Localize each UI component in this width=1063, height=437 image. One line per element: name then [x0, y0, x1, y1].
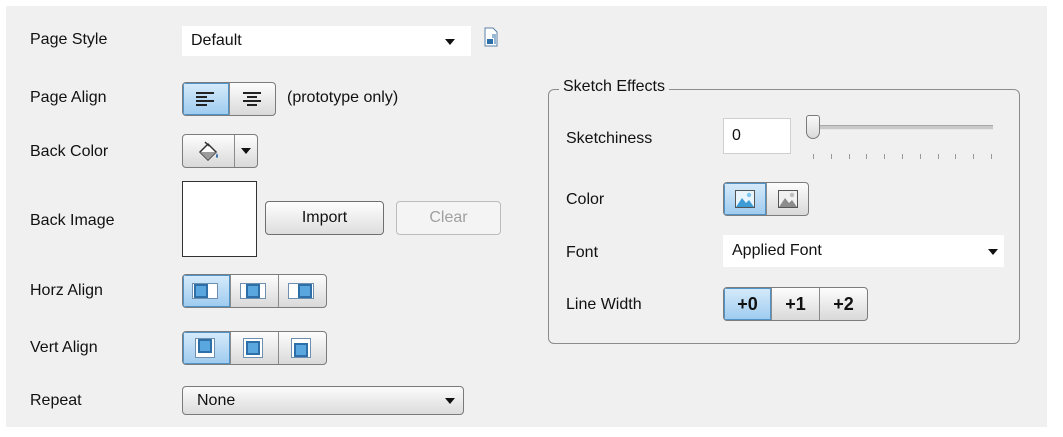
sketchiness-label: Sketchiness: [566, 130, 653, 147]
align-center-button[interactable]: [230, 83, 276, 115]
grayscale-image-button[interactable]: [767, 183, 809, 215]
align-square: [246, 341, 260, 355]
sketchiness-input[interactable]: 0: [723, 118, 791, 154]
import-button[interactable]: Import: [265, 201, 384, 235]
vert-align-bottom-icon: [291, 338, 311, 358]
repeat-value: None: [197, 392, 236, 409]
slider-tick: [848, 154, 850, 159]
page-style-label: Page Style: [30, 31, 108, 48]
slider-tick: [884, 154, 886, 159]
chevron-down-icon: [988, 249, 998, 255]
horz-align-right-icon: [288, 283, 314, 299]
line-width-option[interactable]: +2: [820, 288, 867, 320]
align-square: [246, 284, 260, 298]
color-image-icon: [735, 190, 755, 213]
line-width-option-label: +1: [785, 294, 806, 314]
line-width-group: +0 +1 +2: [723, 287, 868, 321]
vert-align-middle-icon: [243, 338, 263, 358]
align-square: [298, 284, 312, 298]
back-color-picker[interactable]: [182, 134, 258, 168]
back-color-dropdown-button[interactable]: [235, 135, 257, 167]
horz-align-right-button[interactable]: [279, 275, 326, 307]
color-image-button[interactable]: [724, 183, 767, 215]
horz-align-left-button[interactable]: [183, 275, 231, 307]
sketch-effects-title: Sketch Effects: [559, 78, 669, 96]
slider-tick: [937, 154, 939, 159]
line-width-option[interactable]: +0: [724, 288, 772, 320]
font-value: Applied Font: [732, 242, 822, 259]
prototype-note: (prototype only): [287, 89, 399, 106]
repeat-label: Repeat: [30, 392, 82, 409]
back-image-preview[interactable]: [182, 181, 257, 257]
slider-tick: [991, 154, 992, 159]
page-align-label: Page Align: [30, 89, 107, 106]
align-left-button[interactable]: [183, 83, 230, 115]
page-style-dropdown[interactable]: Default: [182, 26, 471, 56]
page-style-icon[interactable]: [483, 27, 499, 47]
horz-align-group: [182, 274, 327, 308]
horz-align-left-icon: [192, 283, 218, 299]
back-image-label: Back Image: [30, 212, 115, 229]
sketchiness-value: 0: [732, 127, 741, 144]
slider-tick: [919, 154, 921, 159]
grayscale-image-icon: [777, 190, 798, 213]
font-label: Font: [566, 244, 599, 261]
slider-tick: [813, 154, 814, 159]
back-color-label: Back Color: [30, 143, 109, 160]
paint-bucket-icon: [196, 140, 222, 167]
vert-align-middle-button[interactable]: [231, 332, 279, 364]
vert-align-top-button[interactable]: [183, 332, 231, 364]
vert-align-label: Vert Align: [30, 339, 98, 356]
align-square: [198, 339, 212, 353]
page-align-group: [182, 82, 276, 116]
sketchiness-slider-thumb[interactable]: [806, 115, 820, 139]
line-width-option-label: +0: [737, 294, 758, 314]
vert-align-bottom-button[interactable]: [279, 332, 326, 364]
sketchiness-slider-track[interactable]: [811, 125, 993, 130]
slider-tick: [866, 154, 868, 159]
slider-tick: [955, 154, 957, 159]
clear-button[interactable]: Clear: [396, 201, 501, 235]
page-style-value: Default: [191, 32, 242, 49]
back-color-swatch-button[interactable]: [183, 135, 235, 167]
line-width-label: Line Width: [566, 296, 642, 313]
font-dropdown[interactable]: Applied Font: [723, 235, 1004, 267]
align-left-icon: [195, 92, 215, 111]
slider-tick: [973, 154, 975, 159]
horz-align-center-button[interactable]: [231, 275, 279, 307]
slider-tick: [902, 154, 903, 159]
settings-panel: Page Style Default Page Align (prototype…: [6, 6, 1047, 427]
chevron-down-icon: [445, 398, 455, 404]
chevron-down-icon: [445, 39, 455, 45]
horz-align-label: Horz Align: [30, 282, 103, 299]
align-center-icon: [242, 92, 262, 111]
chevron-down-icon: [241, 148, 251, 154]
horz-align-center-icon: [240, 283, 266, 299]
align-square: [194, 284, 208, 298]
color-label: Color: [566, 191, 605, 208]
line-width-option-label: +2: [833, 294, 854, 314]
vert-align-group: [182, 331, 327, 365]
color-mode-group: [723, 182, 809, 216]
align-square: [294, 343, 308, 357]
repeat-dropdown[interactable]: None: [182, 386, 464, 415]
line-width-option[interactable]: +1: [772, 288, 820, 320]
vert-align-top-icon: [195, 338, 215, 358]
slider-tick: [830, 154, 832, 159]
